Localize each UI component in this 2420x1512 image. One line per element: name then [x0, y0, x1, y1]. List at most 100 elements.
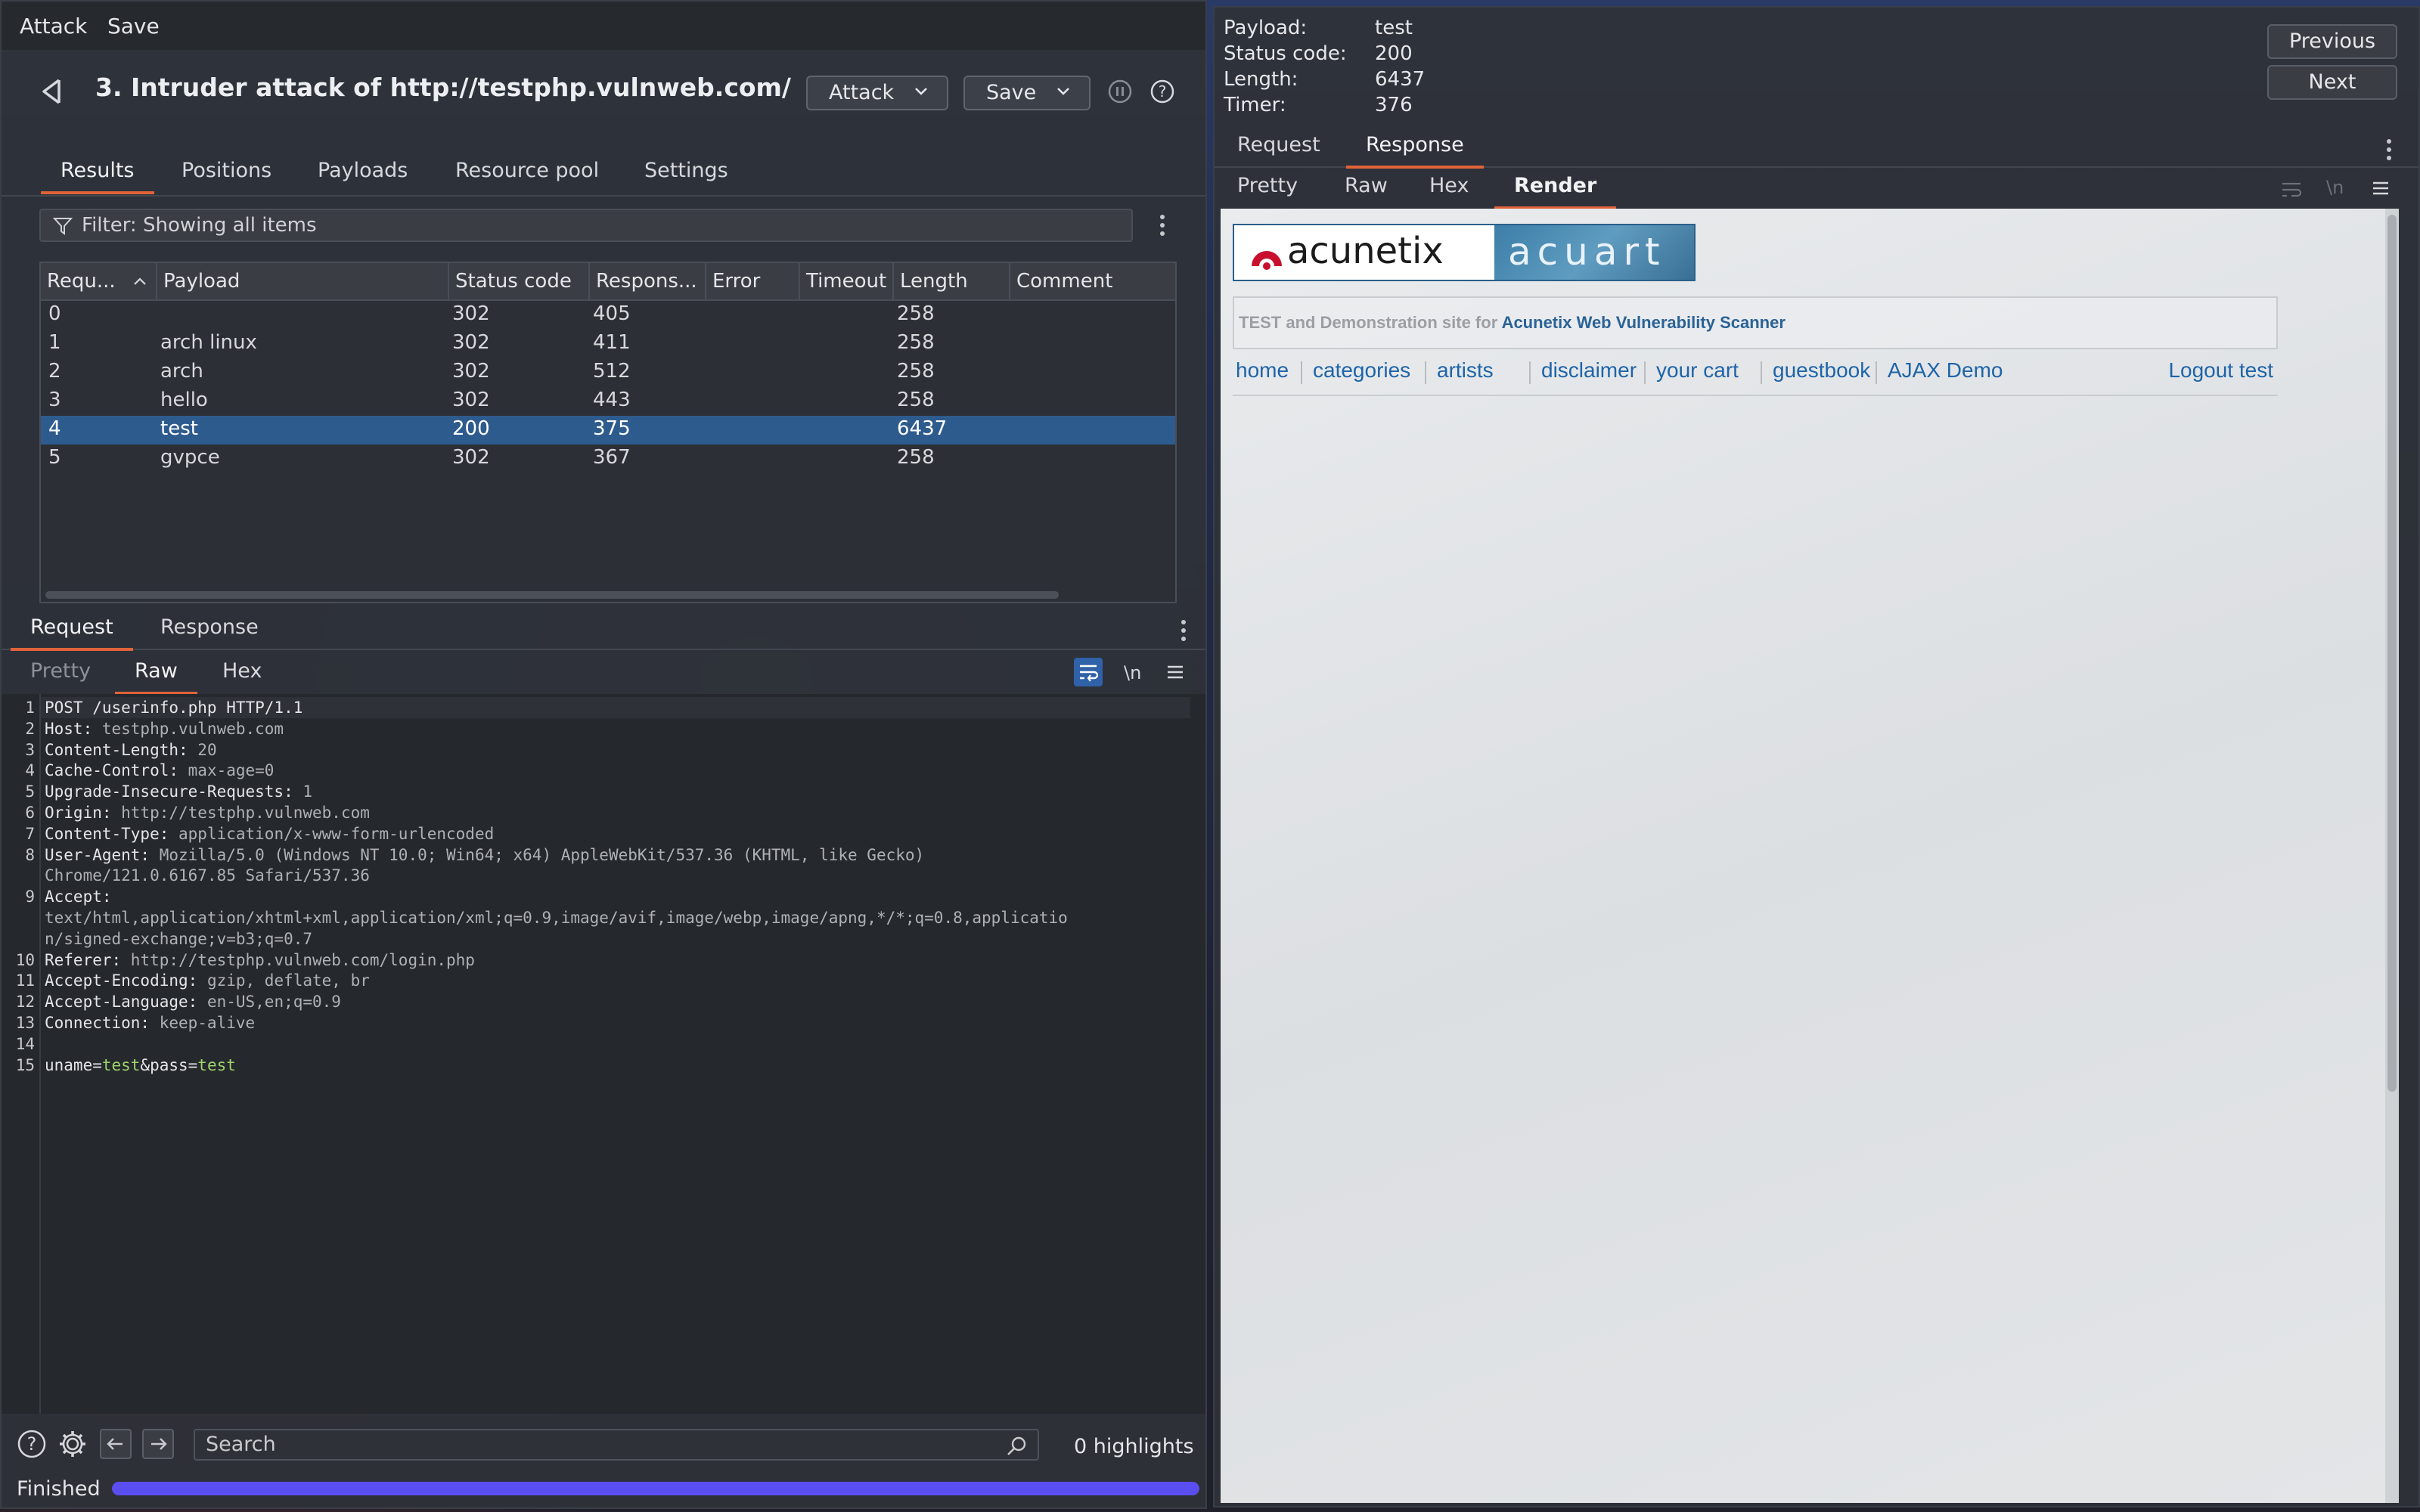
panel-menu-icon[interactable] — [1181, 620, 1187, 645]
cell-status-code: 302 — [452, 360, 490, 383]
col-payload[interactable]: Payload — [157, 263, 449, 299]
settings-gear-icon[interactable] — [57, 1429, 88, 1459]
request-editor[interactable]: 1 2 3 4 5 6 7 8 9 10 11 12 13 14 15 POST /userinfo.php… — [2, 694, 1205, 1414]
nav-link[interactable]: home — [1236, 358, 1289, 383]
menu-attack[interactable]: Attack — [20, 14, 87, 39]
cell-length: 258 — [897, 446, 935, 469]
chevron-down-icon — [915, 88, 927, 95]
header-name: Accept-Language: — [45, 993, 198, 1012]
header-value: max-age=0 — [178, 761, 275, 780]
tab-settings[interactable]: Settings — [644, 159, 728, 191]
tab-raw[interactable]: Raw — [1345, 174, 1388, 206]
col-length[interactable]: Length — [894, 263, 1010, 299]
previous-button[interactable]: Previous — [2267, 24, 2397, 59]
table-row[interactable]: 4 test 200 375 6437 — [41, 416, 1175, 445]
nav-link[interactable]: AJAX Demo — [1888, 358, 2003, 383]
line-number: 9 — [25, 888, 35, 906]
search-input[interactable]: Search — [194, 1429, 1039, 1461]
header-value: testphp.vulnweb.com — [92, 719, 284, 738]
nav-link[interactable]: artists — [1437, 358, 1494, 383]
tab-pretty[interactable]: Pretty — [30, 659, 91, 692]
cell-response: 411 — [593, 331, 631, 354]
pause-icon[interactable] — [1107, 79, 1133, 104]
next-match-button[interactable] — [142, 1429, 174, 1459]
wrap-lines-icon[interactable] — [1074, 658, 1103, 686]
col-response[interactable]: Respons... — [590, 263, 706, 299]
table-row[interactable]: 1 arch linux 302 411 258 — [41, 330, 1175, 358]
cell-length: 258 — [897, 302, 935, 325]
code-line: Referer: http://testphp.vulnweb.com/logi… — [45, 951, 475, 969]
header-value: http://testphp.vulnweb.com/login.php — [121, 950, 475, 969]
param-value: test — [101, 1055, 141, 1074]
search-icon[interactable] — [1006, 1435, 1028, 1458]
tab-results[interactable]: Results — [41, 159, 154, 194]
code-line: Chrome/121.0.6167.85 Safari/537.36 — [45, 866, 370, 885]
banner-prefix: TEST and Demonstration site for — [1239, 313, 1502, 332]
wrap-lines-icon[interactable] — [2279, 178, 2304, 201]
code-line: POST /userinfo.php HTTP/1.1 — [45, 699, 302, 717]
header-name: POST /userinfo.php HTTP/1.1 — [45, 699, 303, 717]
hamburger-menu-icon[interactable] — [2372, 180, 2390, 197]
show-newlines-toggle[interactable]: \n — [2326, 177, 2344, 198]
cell-response: 405 — [593, 302, 631, 325]
nav-link[interactable]: disclaimer — [1541, 358, 1637, 383]
header-name: Content-Length: — [45, 740, 188, 759]
tab-request[interactable]: Request — [1237, 133, 1320, 166]
site-logo[interactable]: acunetix acuart — [1233, 224, 1696, 281]
menu-save[interactable]: Save — [107, 14, 160, 39]
attack-dropdown-button[interactable]: Attack — [806, 76, 948, 110]
detail-view-tabs: Pretty Raw Hex Render \n — [1215, 168, 2418, 209]
tab-payloads[interactable]: Payloads — [318, 159, 408, 191]
nav-link[interactable]: categories — [1313, 358, 1410, 383]
col-comment[interactable]: Comment — [1010, 263, 1175, 299]
table-row[interactable]: 0 302 405 258 — [41, 301, 1175, 330]
results-filter-bar[interactable]: Filter: Showing all items — [39, 209, 1133, 242]
svg-text:?: ? — [1159, 82, 1167, 101]
col-status-code[interactable]: Status code — [449, 263, 590, 299]
tab-raw[interactable]: Raw — [115, 659, 197, 695]
code-line: Cache-Control: max-age=0 — [45, 761, 274, 779]
table-row[interactable]: 2 arch 302 512 258 — [41, 358, 1175, 387]
render-vertical-scrollbar[interactable] — [2385, 209, 2399, 1503]
table-row[interactable]: 3 hello 302 443 258 — [41, 387, 1175, 416]
tab-request[interactable]: Request — [11, 615, 133, 651]
cell-status-code: 302 — [452, 302, 490, 325]
tab-hex[interactable]: Hex — [222, 659, 262, 692]
help-icon[interactable]: ? — [17, 1429, 47, 1459]
logo-right-text: acuart — [1508, 230, 1666, 274]
banner-text: TEST and Demonstration site for Acunetix… — [1239, 313, 1786, 333]
line-number: 14 — [15, 1034, 35, 1053]
body-line: uname=test&pass=test — [45, 1056, 236, 1074]
code-line: Accept-Language: en-US,en;q=0.9 — [45, 993, 341, 1011]
attack-button-label: Attack — [829, 81, 895, 104]
previous-match-button[interactable] — [100, 1429, 132, 1459]
next-button[interactable]: Next — [2267, 65, 2397, 100]
nav-link[interactable]: your cart — [1656, 358, 1739, 383]
detail-menu-icon[interactable] — [2387, 139, 2393, 164]
payload-value: test — [1375, 17, 1413, 39]
hamburger-menu-icon[interactable] — [1166, 664, 1184, 680]
send-back-icon[interactable] — [36, 74, 71, 109]
save-dropdown-button[interactable]: Save — [963, 76, 1091, 110]
col-timeout[interactable]: Timeout — [800, 263, 894, 299]
tab-render[interactable]: Render — [1494, 174, 1617, 209]
banner-link[interactable]: Acunetix Web Vulnerability Scanner — [1502, 313, 1786, 332]
table-row[interactable]: 5 gvpce 302 367 258 — [41, 445, 1175, 473]
tab-pretty[interactable]: Pretty — [1237, 174, 1298, 206]
help-icon[interactable]: ? — [1150, 79, 1175, 104]
tab-resource-pool[interactable]: Resource pool — [455, 159, 599, 191]
horizontal-scrollbar[interactable] — [45, 591, 1059, 599]
filter-menu-icon[interactable] — [1160, 215, 1166, 240]
show-newlines-toggle[interactable]: \n — [1124, 662, 1141, 683]
code-line: n/signed-exchange;v=b3;q=0.7 — [45, 930, 312, 948]
col-error[interactable]: Error — [706, 263, 800, 299]
col-request[interactable]: Requ... — [41, 263, 157, 299]
tab-response[interactable]: Response — [1346, 133, 1484, 169]
nav-link[interactable]: guestbook — [1773, 358, 1870, 383]
logout-link[interactable]: Logout test — [2168, 358, 2273, 383]
tab-response[interactable]: Response — [160, 615, 259, 648]
tab-positions[interactable]: Positions — [182, 159, 271, 191]
tab-hex[interactable]: Hex — [1429, 174, 1469, 206]
cell-request: 4 — [48, 417, 61, 440]
cell-payload: gvpce — [160, 446, 220, 469]
